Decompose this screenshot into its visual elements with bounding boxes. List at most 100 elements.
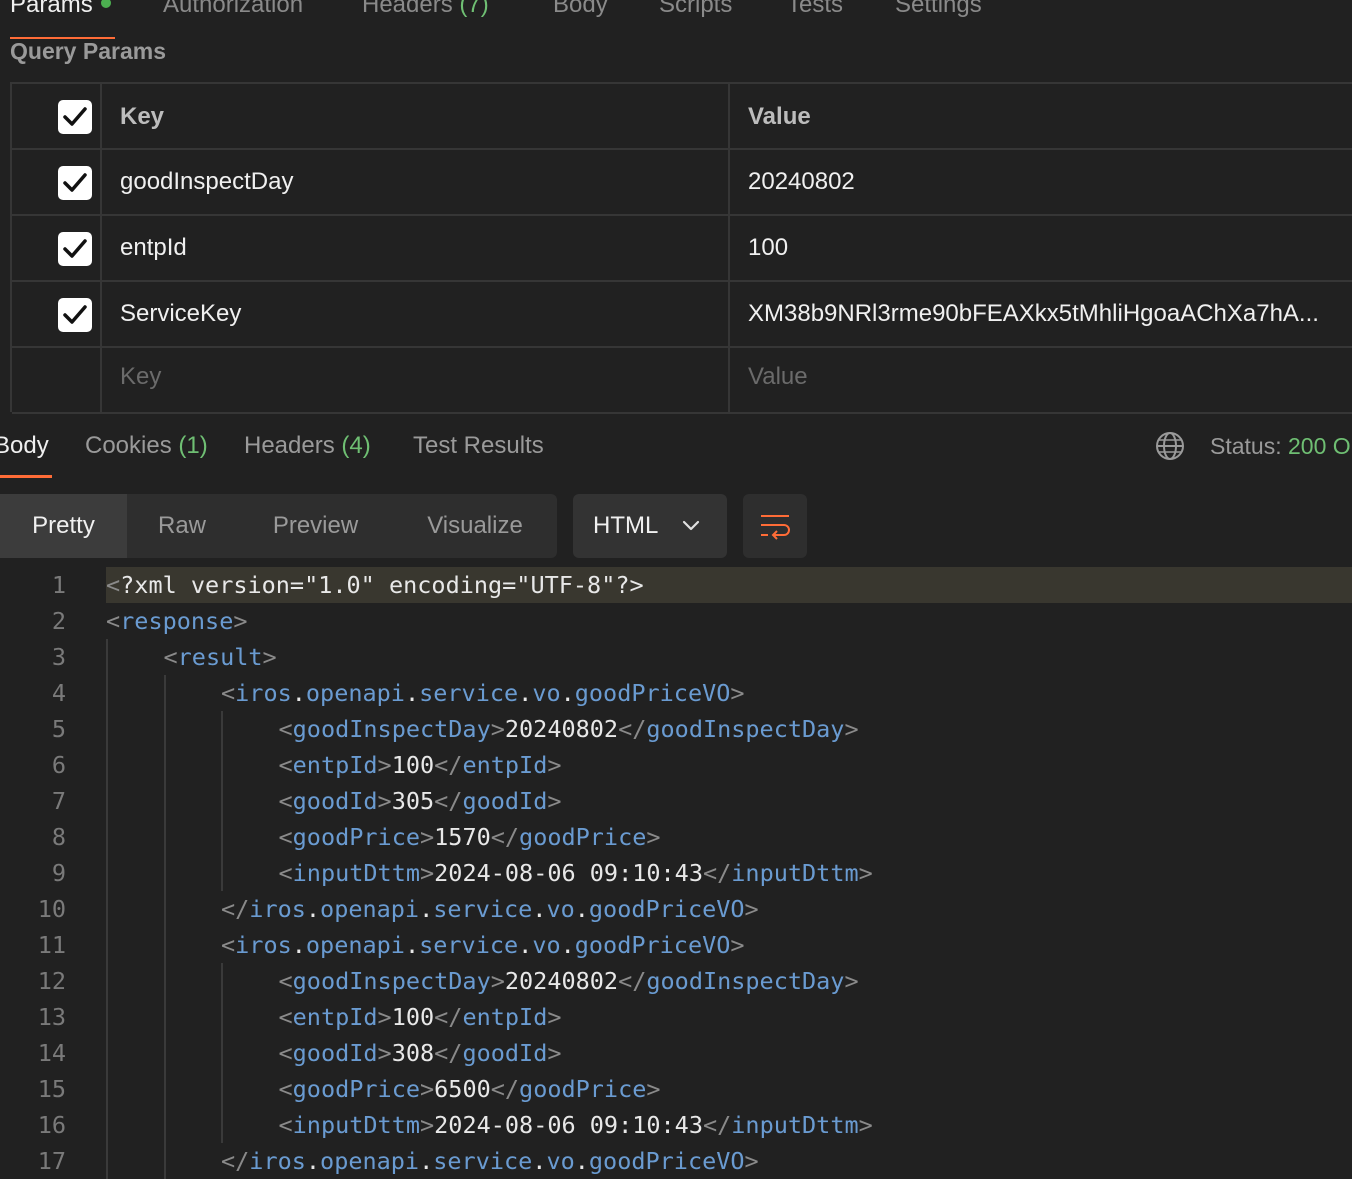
code-line: 15 <goodPrice>6500</goodPrice>	[0, 1071, 1352, 1107]
param-value[interactable]: 100	[748, 234, 788, 262]
tab-label: Authorization	[163, 0, 304, 18]
code-text: <goodId>305</goodId>	[278, 787, 562, 815]
globe-icon[interactable]	[1155, 431, 1185, 461]
active-response-tab-indicator	[0, 475, 52, 478]
key-column-header: Key	[120, 103, 165, 130]
tab-settings[interactable]: Settings	[895, 0, 982, 19]
code-text: <result>	[163, 643, 277, 671]
code-line: 1 <?xml version="1.0" encoding="UTF-8"?>	[0, 567, 1352, 603]
query-params-table: Key Value goodInspectDay 20240802 entpId…	[10, 82, 1352, 414]
code-line: 16 <inputDttm>2024-08-06 09:10:43</inputD…	[0, 1107, 1352, 1143]
line-number: 14	[37, 1039, 66, 1067]
tab-scripts[interactable]: Scripts	[659, 0, 732, 19]
code-text: <goodPrice>1570</goodPrice>	[278, 823, 661, 851]
param-value[interactable]: XM38b9NRl3rme90bFEAXkx5tMhliHgoaAChXa7hA…	[748, 300, 1319, 328]
query-params-title: Query Params	[10, 38, 166, 64]
line-number: 3	[51, 643, 66, 671]
wrap-lines-button[interactable]	[743, 494, 807, 558]
param-checkbox[interactable]	[58, 166, 92, 200]
view-preview-button[interactable]: Preview	[237, 494, 394, 558]
param-key[interactable]: entpId	[120, 234, 187, 262]
param-row: entpId 100	[12, 216, 1352, 282]
format-selected: HTML	[593, 512, 659, 539]
code-line: 9 <inputDttm>2024-08-06 09:10:43</inputDt…	[0, 855, 1352, 891]
tab-label: Headers	[244, 432, 335, 459]
param-checkbox[interactable]	[58, 298, 92, 332]
format-dropdown[interactable]: HTML	[573, 494, 727, 558]
line-number: 9	[51, 859, 66, 887]
line-number: 13	[37, 1003, 66, 1031]
view-visualize-button[interactable]: Visualize	[394, 494, 556, 558]
new-key-input[interactable]: Key	[120, 363, 161, 391]
line-number: 8	[51, 823, 66, 851]
chevron-down-icon	[682, 520, 700, 531]
response-tab-headers[interactable]: Headers (4)	[244, 432, 371, 460]
view-mode-switcher: Pretty Raw Preview Visualize	[0, 494, 557, 558]
tab-count: (7)	[459, 0, 489, 18]
line-number: 10	[37, 895, 66, 923]
code-text: <entpId>100</entpId>	[278, 1003, 562, 1031]
code-line: 7 <goodId>305</goodId>	[0, 783, 1352, 819]
tab-label: Scripts	[659, 0, 733, 18]
checkmark-icon	[63, 239, 87, 258]
line-number: 7	[51, 787, 66, 815]
line-number: 15	[37, 1075, 66, 1103]
code-text: <goodPrice>6500</goodPrice>	[278, 1075, 661, 1103]
status-code[interactable]: 200 O	[1288, 433, 1351, 459]
code-text: <?xml version="1.0" encoding="UTF-8"?>	[106, 571, 644, 599]
indent-guide	[163, 675, 166, 1179]
code-line: 5 <goodInspectDay>20240802</goodInspectDa…	[0, 711, 1352, 747]
response-tab-cookies[interactable]: Cookies (1)	[85, 432, 208, 460]
tab-label: Headers	[362, 0, 453, 18]
param-value[interactable]: 20240802	[748, 168, 855, 196]
line-number: 16	[37, 1111, 66, 1139]
value-column-header: Value	[748, 103, 811, 130]
tab-params[interactable]: Params	[10, 0, 111, 19]
params-header-row: Key Value	[12, 84, 1352, 150]
tab-count: (4)	[341, 432, 371, 459]
code-text: <iros.openapi.service.vo.goodPriceVO>	[221, 679, 745, 707]
response-tab-test-results[interactable]: Test Results	[413, 432, 544, 460]
code-text: <goodId>308</goodId>	[278, 1039, 562, 1067]
tab-count: (1)	[178, 432, 208, 459]
indent-guide	[221, 711, 223, 891]
tab-label: Params	[10, 0, 93, 18]
line-number: 11	[37, 931, 66, 959]
tab-tests[interactable]: Tests	[787, 0, 843, 19]
line-number: 5	[51, 715, 66, 743]
response-status: Status: 200 O	[1210, 433, 1351, 460]
request-tabs: Params Authorization Headers (7) Body Sc…	[0, 0, 1352, 40]
checkmark-icon	[63, 173, 87, 192]
param-checkbox[interactable]	[58, 232, 92, 266]
line-number: 2	[51, 607, 66, 635]
line-number: 1	[51, 571, 66, 599]
view-raw-button[interactable]: Raw	[127, 494, 237, 558]
tab-authorization[interactable]: Authorization	[163, 0, 303, 19]
code-line: 6 <entpId>100</entpId>	[0, 747, 1352, 783]
code-line: 4 <iros.openapi.service.vo.goodPriceVO>	[0, 675, 1352, 711]
status-label: Status:	[1210, 433, 1282, 459]
line-number: 12	[37, 967, 66, 995]
code-text: </iros.openapi.service.vo.goodPriceVO>	[221, 895, 759, 923]
new-value-input[interactable]: Value	[748, 363, 808, 391]
indent-guide	[106, 639, 108, 1179]
code-line: 13 <entpId>100</entpId>	[0, 999, 1352, 1035]
tab-label: Cookies	[85, 432, 172, 459]
wrap-lines-icon	[761, 515, 790, 540]
code-line: 12 <goodInspectDay>20240802</goodInspectD…	[0, 963, 1352, 999]
tab-body[interactable]: Body	[553, 0, 608, 19]
param-row: ServiceKey XM38b9NRl3rme90bFEAXkx5tMhliH…	[12, 282, 1352, 348]
tab-label: Body	[0, 432, 49, 459]
response-tab-body[interactable]: Body	[0, 432, 49, 460]
select-all-checkbox[interactable]	[58, 100, 92, 134]
code-text: <goodInspectDay>20240802</goodInspectDay…	[278, 715, 859, 743]
tab-headers[interactable]: Headers (7)	[362, 0, 489, 19]
view-pretty-button[interactable]: Pretty	[0, 494, 127, 558]
param-key[interactable]: goodInspectDay	[120, 168, 293, 196]
code-text: <entpId>100</entpId>	[278, 751, 562, 779]
tab-label: Test Results	[413, 432, 544, 459]
tab-label: Settings	[895, 0, 982, 18]
code-line: 3 <result>	[0, 639, 1352, 675]
param-key[interactable]: ServiceKey	[120, 300, 241, 328]
code-line: 11 <iros.openapi.service.vo.goodPriceVO>	[0, 927, 1352, 963]
